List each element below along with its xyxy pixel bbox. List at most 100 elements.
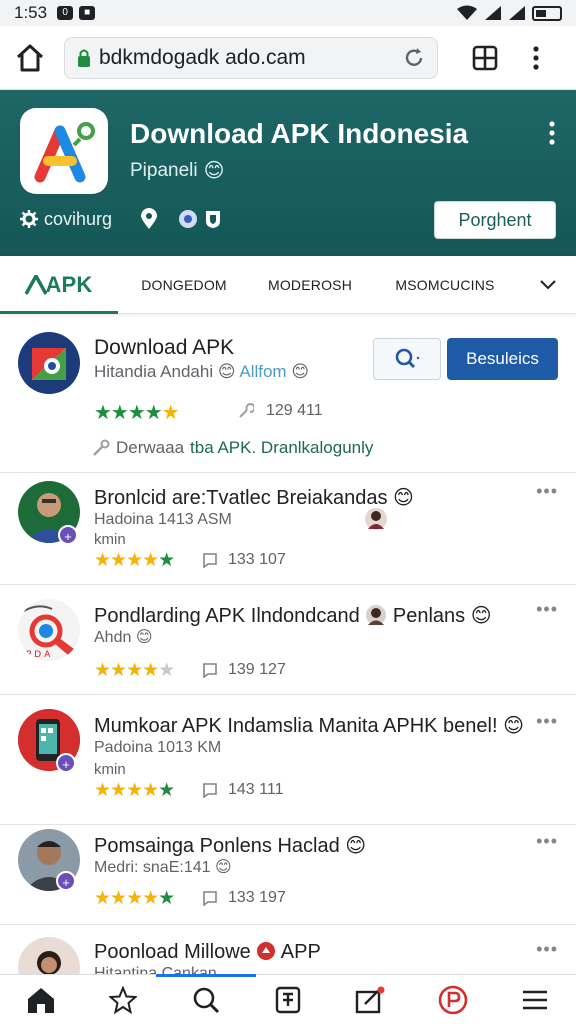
more-options-icon[interactable]: ••• <box>536 939 558 960</box>
tab-msomcucins[interactable]: MSOMCUCINS <box>370 256 520 314</box>
list-item-title-tail: APP <box>280 941 321 963</box>
smile-emoji-icon: 😊 <box>503 715 524 737</box>
list-item-rating: ★★★★★ <box>94 780 175 801</box>
app-badge-icon <box>257 942 276 960</box>
nav-favorites[interactable] <box>93 975 153 1024</box>
browser-menu-icon[interactable] <box>532 45 540 71</box>
tab-moderosh[interactable]: MODEROSH <box>250 256 370 314</box>
featured-subtitle-text: Hitandia Andahi <box>94 362 214 381</box>
list-item-title-text: Mumkoar APK Indamslia Manita APHK benel! <box>94 715 498 737</box>
app-logo-icon <box>438 985 467 1014</box>
featured-primary-button[interactable]: Besuleics <box>447 338 558 380</box>
list-item-subtitle-text: Ahdn <box>94 629 132 646</box>
smile-emoji-icon: 😊 <box>203 160 225 182</box>
list-item-count-value: 133 197 <box>228 889 286 906</box>
signal-icon <box>485 6 501 20</box>
location-pin-icon[interactable] <box>140 208 158 230</box>
list-item-count-value: 133 107 <box>228 551 286 568</box>
signal-icon <box>509 6 525 20</box>
smile-emoji-icon: 😊 <box>217 362 236 381</box>
smile-emoji-icon: 😊 <box>214 859 232 876</box>
home-icon[interactable] <box>14 43 46 73</box>
list-item-rating: ★★★★★ <box>94 550 175 571</box>
header-menu-icon[interactable] <box>548 120 556 151</box>
tab-dongedom[interactable]: DONGEDOM <box>118 256 250 314</box>
home-icon <box>28 987 55 1013</box>
list-item-meta: kmin <box>94 531 126 548</box>
refresh-icon[interactable] <box>403 47 425 69</box>
wifi-icon <box>457 5 477 20</box>
status-indicators <box>456 5 562 21</box>
list-item-count: 133 107 <box>202 551 286 569</box>
search-icon <box>395 348 420 369</box>
app-subtitle: Pipaneli 😊 <box>130 158 224 183</box>
hamburger-menu-icon <box>522 990 547 1009</box>
nav-search[interactable] <box>155 973 256 1024</box>
list-item[interactable]: + Mumkoar APK Indamslia Manita APHK bene… <box>0 694 576 824</box>
featured-app: Download APK Hitandia Andahi 😊 Allfom 😊 … <box>0 318 576 468</box>
more-options-icon[interactable]: ••• <box>536 711 558 732</box>
list-item-title-text: Pomsainga Ponlens Haclad <box>94 835 340 857</box>
comment-icon <box>203 891 217 906</box>
header-action-button[interactable]: Porghent <box>434 201 556 239</box>
tabs-icon[interactable] <box>472 45 498 71</box>
list-item[interactable]: P D A Pondlarding APK Ilndondcand Penlan… <box>0 584 576 694</box>
nav-home[interactable] <box>11 975 71 1024</box>
bottom-navigation <box>0 973 576 1024</box>
list-item-count: 139 127 <box>202 661 286 679</box>
app-title: Download APK Indonesia <box>130 118 469 149</box>
url-bar[interactable]: bdkmdogadk ado.cam <box>64 36 438 79</box>
list-item-title-text: Bronlcid are:Tvatlec Breiakandas <box>94 487 388 509</box>
featured-note: Derwaaa tba APK. Dranlkalogunly <box>92 438 373 458</box>
gear-icon <box>20 210 38 228</box>
smile-emoji-icon: 😊 <box>345 835 367 857</box>
add-badge-icon: + <box>56 871 76 891</box>
featured-search-button[interactable] <box>373 338 441 380</box>
battery-icon <box>532 5 562 21</box>
more-options-icon[interactable]: ••• <box>536 481 558 502</box>
document-icon <box>275 986 301 1013</box>
list-item-title: Pondlarding APK Ilndondcand Penlans 😊 <box>94 603 492 628</box>
featured-note-prefix: Derwaaa <box>116 438 185 457</box>
list-item[interactable]: Poonload Millowe APP Hitantina Cankan ••… <box>0 924 576 974</box>
list-item-subtitle-text: Medri: snaE:141 <box>94 859 211 876</box>
list-item-count-value: 143 111 <box>228 781 284 798</box>
list-item-title-text: Pondlarding APK Ilndondcand <box>94 605 360 627</box>
featured-count-value: 129 411 <box>266 402 323 419</box>
tab-apk[interactable]: APK <box>0 256 118 314</box>
featured-subtitle-link[interactable]: Allfom <box>239 362 286 381</box>
app-header: Download APK Indonesia Pipaneli 😊 covihu… <box>0 90 576 256</box>
edit-icon <box>356 986 385 1013</box>
status-notifications: 0 ■ <box>57 6 96 20</box>
avatar: P D A <box>18 599 80 661</box>
featured-note-link[interactable]: tba APK. Dranlkalogunly <box>190 438 373 458</box>
tabs-more-button[interactable] <box>520 256 576 314</box>
nav-apps[interactable] <box>423 975 483 1024</box>
list-item-subtitle: Hadoina 1413 ASM <box>94 511 232 528</box>
list-item-title: Pomsainga Ponlens Haclad 😊 <box>94 833 366 858</box>
nav-updates[interactable] <box>340 975 400 1024</box>
smile-emoji-icon: 😊 <box>393 487 414 509</box>
notification-badge: 0 <box>57 6 74 20</box>
list-item-subtitle: Padoina 1013 KM <box>94 739 222 756</box>
star-icon <box>109 985 138 1014</box>
more-options-icon[interactable]: ••• <box>536 831 558 852</box>
featured-app-title[interactable]: Download APK <box>94 336 234 360</box>
list-item[interactable]: + Bronlcid are:Tvatlec Breiakandas 😊 Had… <box>0 472 576 584</box>
nav-library[interactable] <box>258 975 318 1024</box>
browser-toolbar: bdkmdogadk ado.cam <box>0 26 576 90</box>
list-item-count-value: 139 127 <box>228 661 286 678</box>
featured-app-icon[interactable] <box>18 332 80 394</box>
header-meta-label: covihurg <box>44 208 113 229</box>
add-badge-icon: + <box>56 753 76 773</box>
status-bar: 1:53 0 ■ <box>0 0 576 26</box>
list-item-title: Mumkoar APK Indamslia Manita APHK benel!… <box>94 713 524 738</box>
more-options-icon[interactable]: ••• <box>536 599 558 620</box>
list-item[interactable]: + Pomsainga Ponlens Haclad 😊 Medri: snaE… <box>0 824 576 924</box>
list-item-subtitle: Ahdn 😊 <box>94 627 153 647</box>
apk-logo-icon <box>25 274 48 295</box>
nav-menu[interactable] <box>505 975 565 1024</box>
person-thumbnail-icon <box>366 605 387 625</box>
header-settings[interactable]: covihurg <box>20 209 112 230</box>
svg-text:P D A: P D A <box>26 650 51 660</box>
